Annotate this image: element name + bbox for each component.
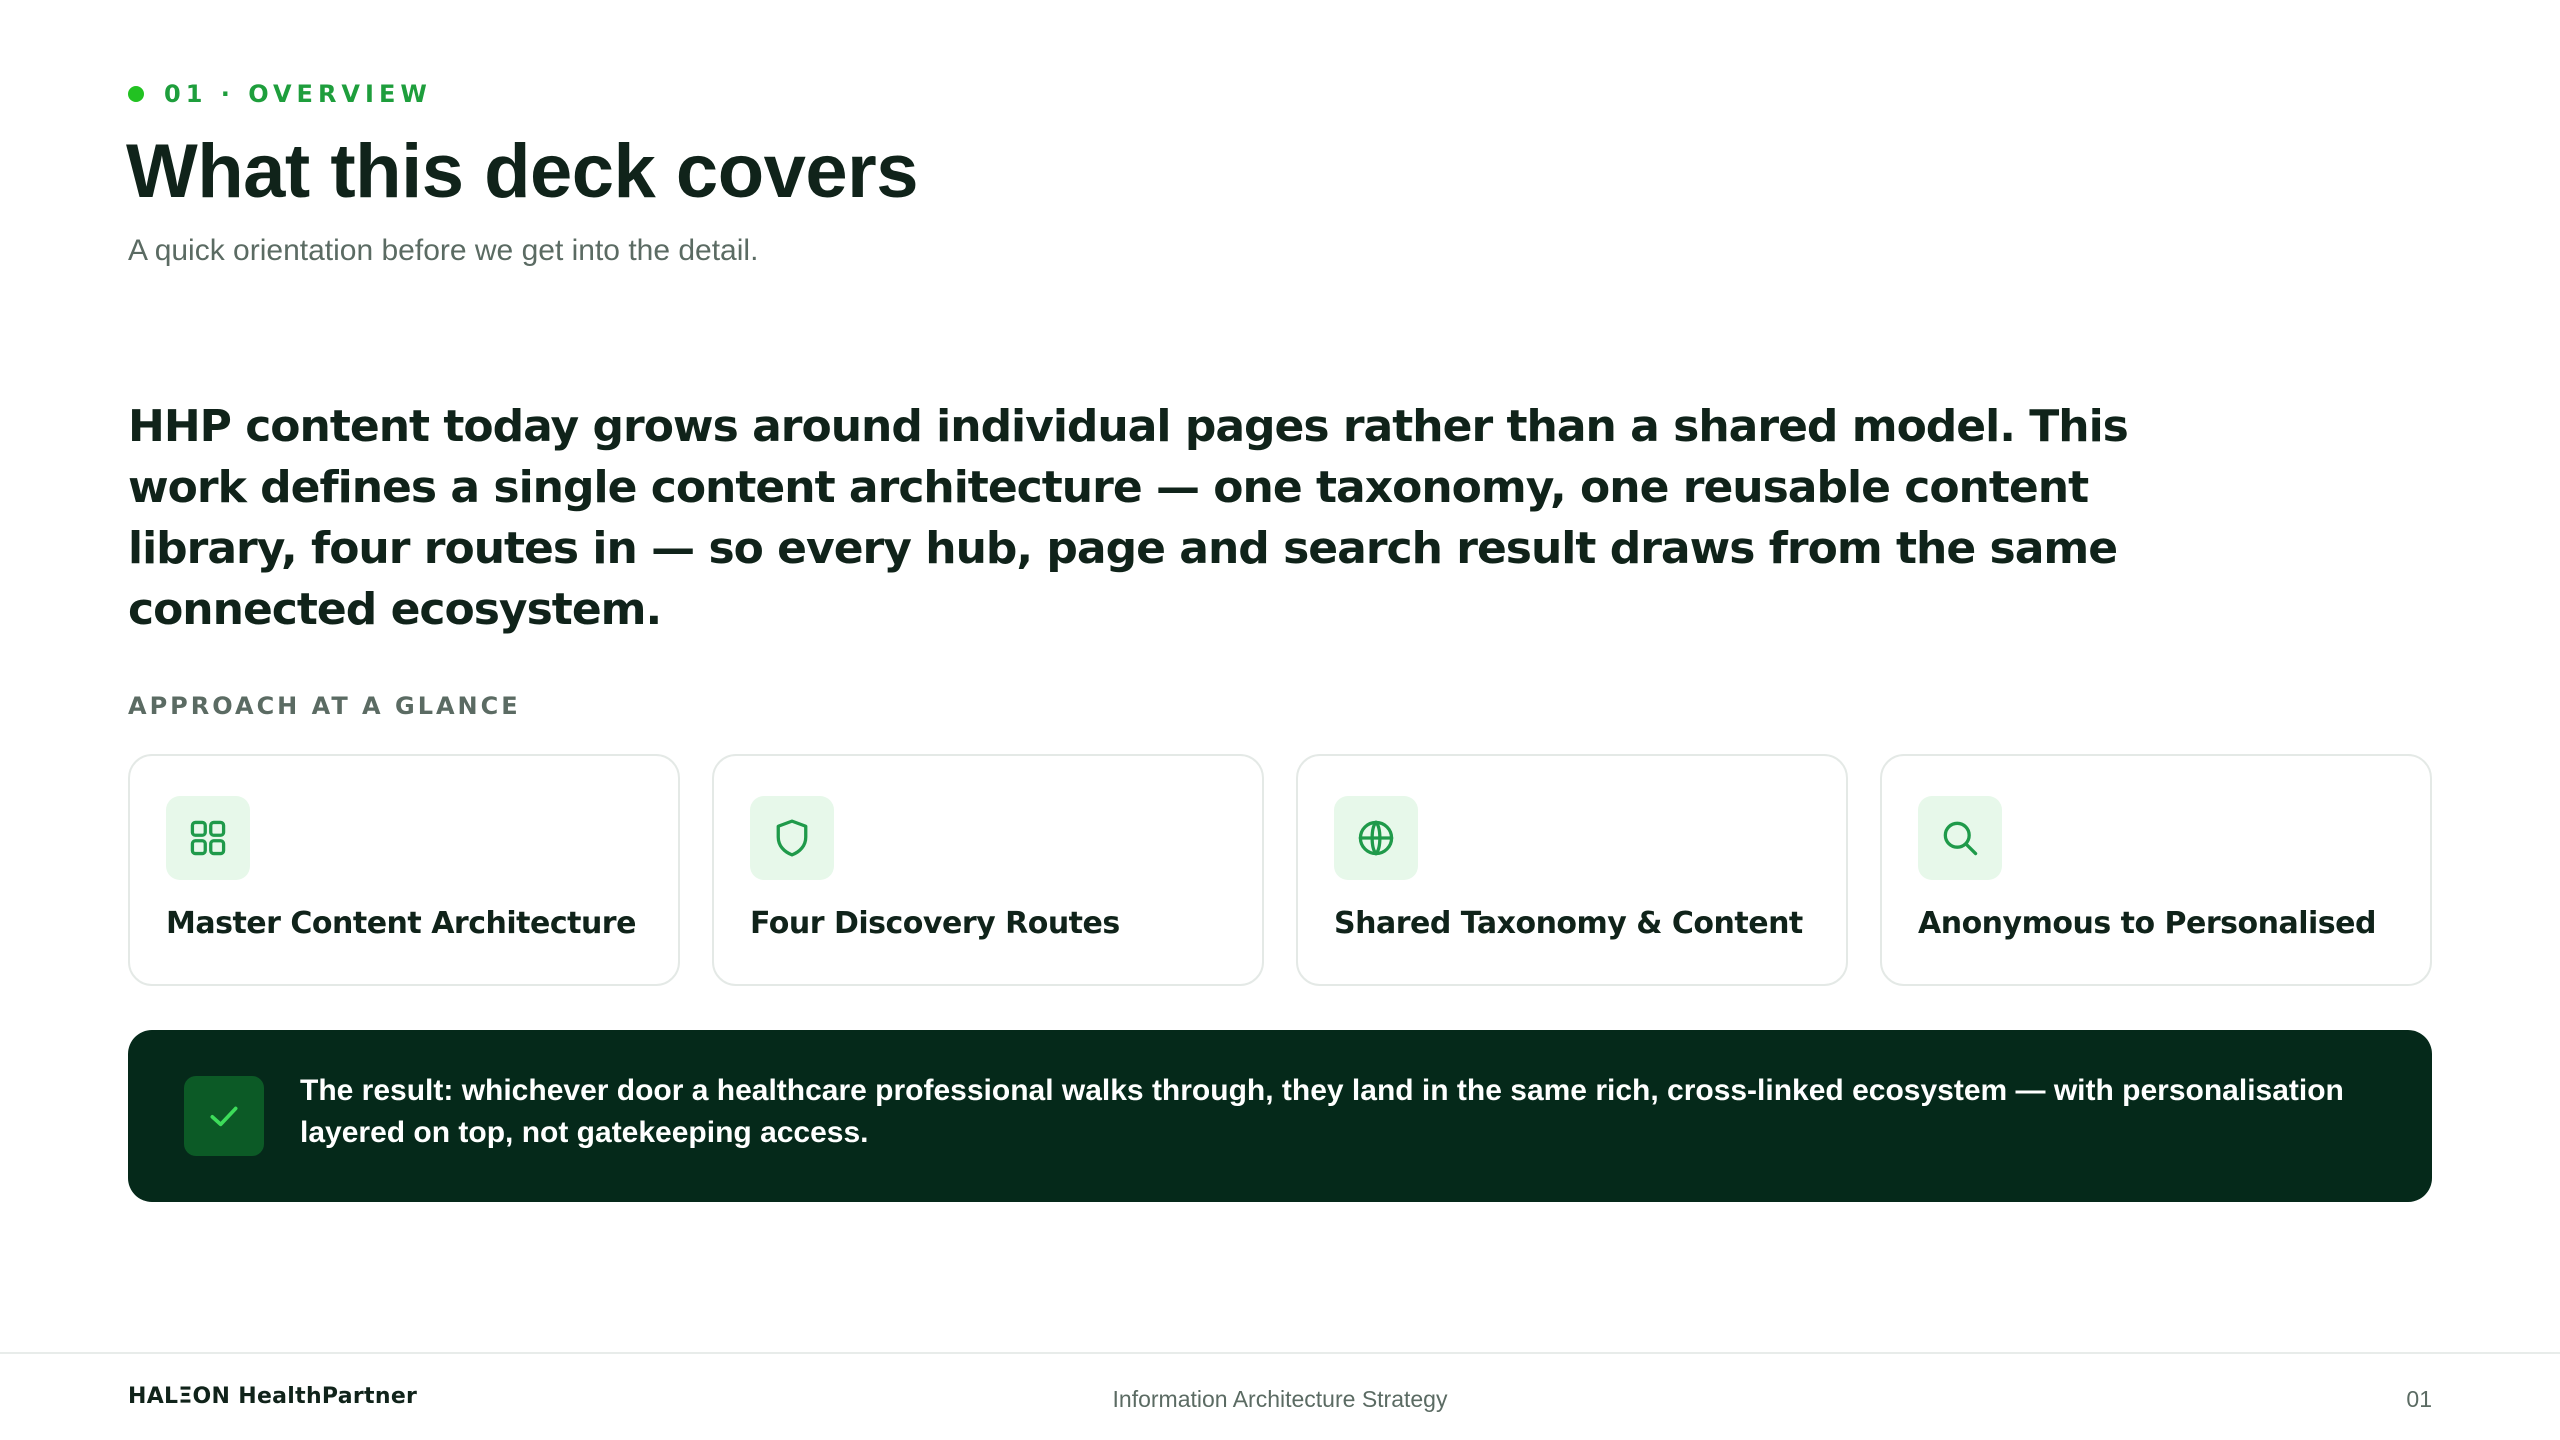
grid-icon (166, 796, 250, 880)
card-label: Master Content Architecture (166, 906, 636, 941)
footer-title: Information Architecture Strategy (1112, 1386, 1448, 1412)
page-number: 01 (2406, 1386, 2432, 1412)
eyebrow-dot-icon (128, 86, 144, 102)
result-banner: The result: whichever door a healthcare … (128, 1030, 2432, 1202)
slide: 01 · OVERVIEW What this deck covers A qu… (0, 0, 2560, 1440)
search-icon (1918, 796, 2002, 880)
card-four-discovery-routes: Four Discovery Routes (712, 754, 1264, 986)
section-eyebrow: 01 · OVERVIEW (128, 80, 432, 108)
card-label: Shared Taxonomy & Content (1334, 906, 1803, 941)
check-icon (184, 1076, 264, 1156)
approach-label: APPROACH AT A GLANCE (128, 692, 521, 720)
footer: HALΞON HealthPartner Information Archite… (0, 1352, 2560, 1440)
card-shared-taxonomy-content: Shared Taxonomy & Content (1296, 754, 1848, 986)
card-anonymous-to-personalised: Anonymous to Personalised (1880, 754, 2432, 986)
result-text: The result: whichever door a healthcare … (300, 1074, 2344, 1149)
eyebrow-text: 01 · OVERVIEW (164, 80, 432, 108)
card-label: Anonymous to Personalised (1918, 906, 2376, 941)
page-subtitle: A quick orientation before we get into t… (128, 234, 759, 267)
globe-icon (1334, 796, 1418, 880)
card-label: Four Discovery Routes (750, 906, 1120, 941)
card-master-content-architecture: Master Content Architecture (128, 754, 680, 986)
shield-icon (750, 796, 834, 880)
page-title: What this deck covers (126, 129, 919, 214)
lead-paragraph: HHP content today grows around individua… (128, 401, 2129, 635)
approach-cards: Master Content Architecture Four Discove… (128, 754, 2432, 986)
